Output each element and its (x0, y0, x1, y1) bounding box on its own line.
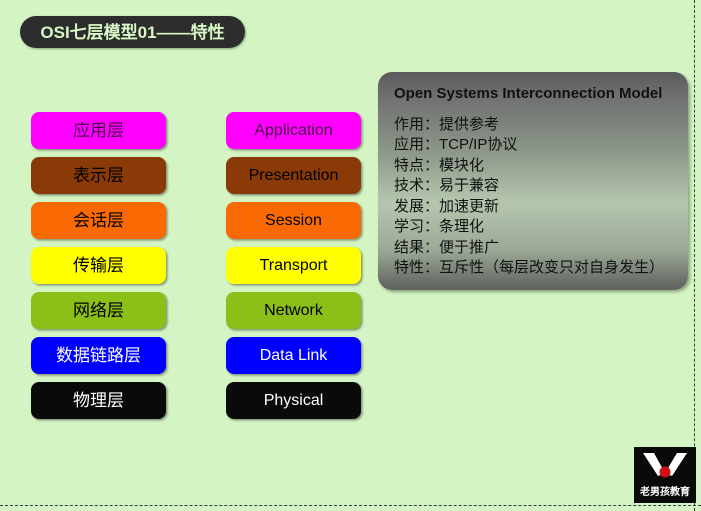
info-panel: Open Systems Interconnection Model 作用：提供… (378, 72, 688, 290)
layer-label: Session (265, 211, 322, 229)
layer-column-english: Application Presentation Session Transport N… (226, 112, 361, 427)
page-title-label: OSI七层模型01——特性 (40, 22, 225, 42)
layer-label: Physical (263, 391, 324, 409)
layer-label: Transport (259, 256, 328, 274)
layer-label: 表示层 (73, 166, 124, 185)
page-guide-bottom (0, 505, 701, 506)
layer-label: Data Link (259, 346, 328, 364)
layer-box-cn-2[interactable]: 会话层 (31, 202, 166, 239)
layer-label: 传输层 (73, 256, 124, 275)
layer-label: 网络层 (73, 301, 124, 320)
layer-label: 物理层 (73, 391, 124, 410)
info-panel-line: 作用：提供参考 (394, 115, 500, 133)
info-panel-line: 特性：互斥性（每层改变只对自身发生） (394, 259, 665, 276)
info-panel-lines: 作用：提供参考应用：TCP/IP协议 特点：模块化 技术：易于兼容 发展：加速更新 学习… (394, 115, 672, 279)
page-title: OSI七层模型01——特性 (20, 16, 245, 48)
info-panel-title: Open Systems Interconnection Model (394, 85, 663, 102)
layer-box-en-1[interactable]: Presentation (226, 157, 361, 194)
layer-label: Application (254, 121, 333, 139)
info-panel-line: 学习：条理化 (394, 218, 485, 235)
layer-box-en-2[interactable]: Session (226, 202, 361, 239)
layer-column-chinese: 应用层表示层会话层传输层网络层数据链路层物理层 (31, 112, 166, 427)
layer-box-cn-1[interactable]: 表示层 (31, 157, 166, 194)
logo-label: 老男孩教育 (640, 487, 690, 498)
layer-label: 数据链路层 (56, 346, 141, 365)
layer-box-en-6[interactable]: Physical (226, 382, 361, 419)
layer-label: 会话层 (73, 211, 124, 230)
layer-box-cn-3[interactable]: 传输层 (31, 247, 166, 284)
layer-box-cn-0[interactable]: 应用层 (31, 112, 166, 149)
layer-label: Network (264, 301, 323, 319)
page-guide-right (694, 0, 695, 511)
info-panel-line: 结果：便于推广 (394, 238, 500, 256)
layer-box-cn-4[interactable]: 网络层 (31, 292, 166, 329)
info-panel-line: 技术：易于兼容 (394, 177, 500, 194)
layer-box-cn-6[interactable]: 物理层 (31, 382, 166, 419)
brand-logo: 老男孩教育 (634, 447, 696, 503)
layer-label: 应用层 (73, 121, 124, 140)
slide-canvas: OSI七层模型01——特性 应用层表示层会话层传输层网络层数据链路层物理层 Ap… (0, 0, 701, 511)
layer-box-cn-5[interactable]: 数据链路层 (31, 337, 166, 374)
layer-box-en-0[interactable]: Application (226, 112, 361, 149)
layer-box-en-3[interactable]: Transport (226, 247, 361, 284)
info-panel-line: 应用：TCP/IP协议 (394, 136, 518, 153)
layer-box-en-4[interactable]: Network (226, 292, 361, 329)
info-panel-line: 发展：加速更新 (394, 197, 500, 215)
layer-box-en-5[interactable]: Data Link (226, 337, 361, 374)
logo-v-mark-icon (643, 453, 687, 478)
info-panel-line: 特点：模块化 (394, 156, 485, 174)
layer-label: Presentation (248, 166, 339, 184)
